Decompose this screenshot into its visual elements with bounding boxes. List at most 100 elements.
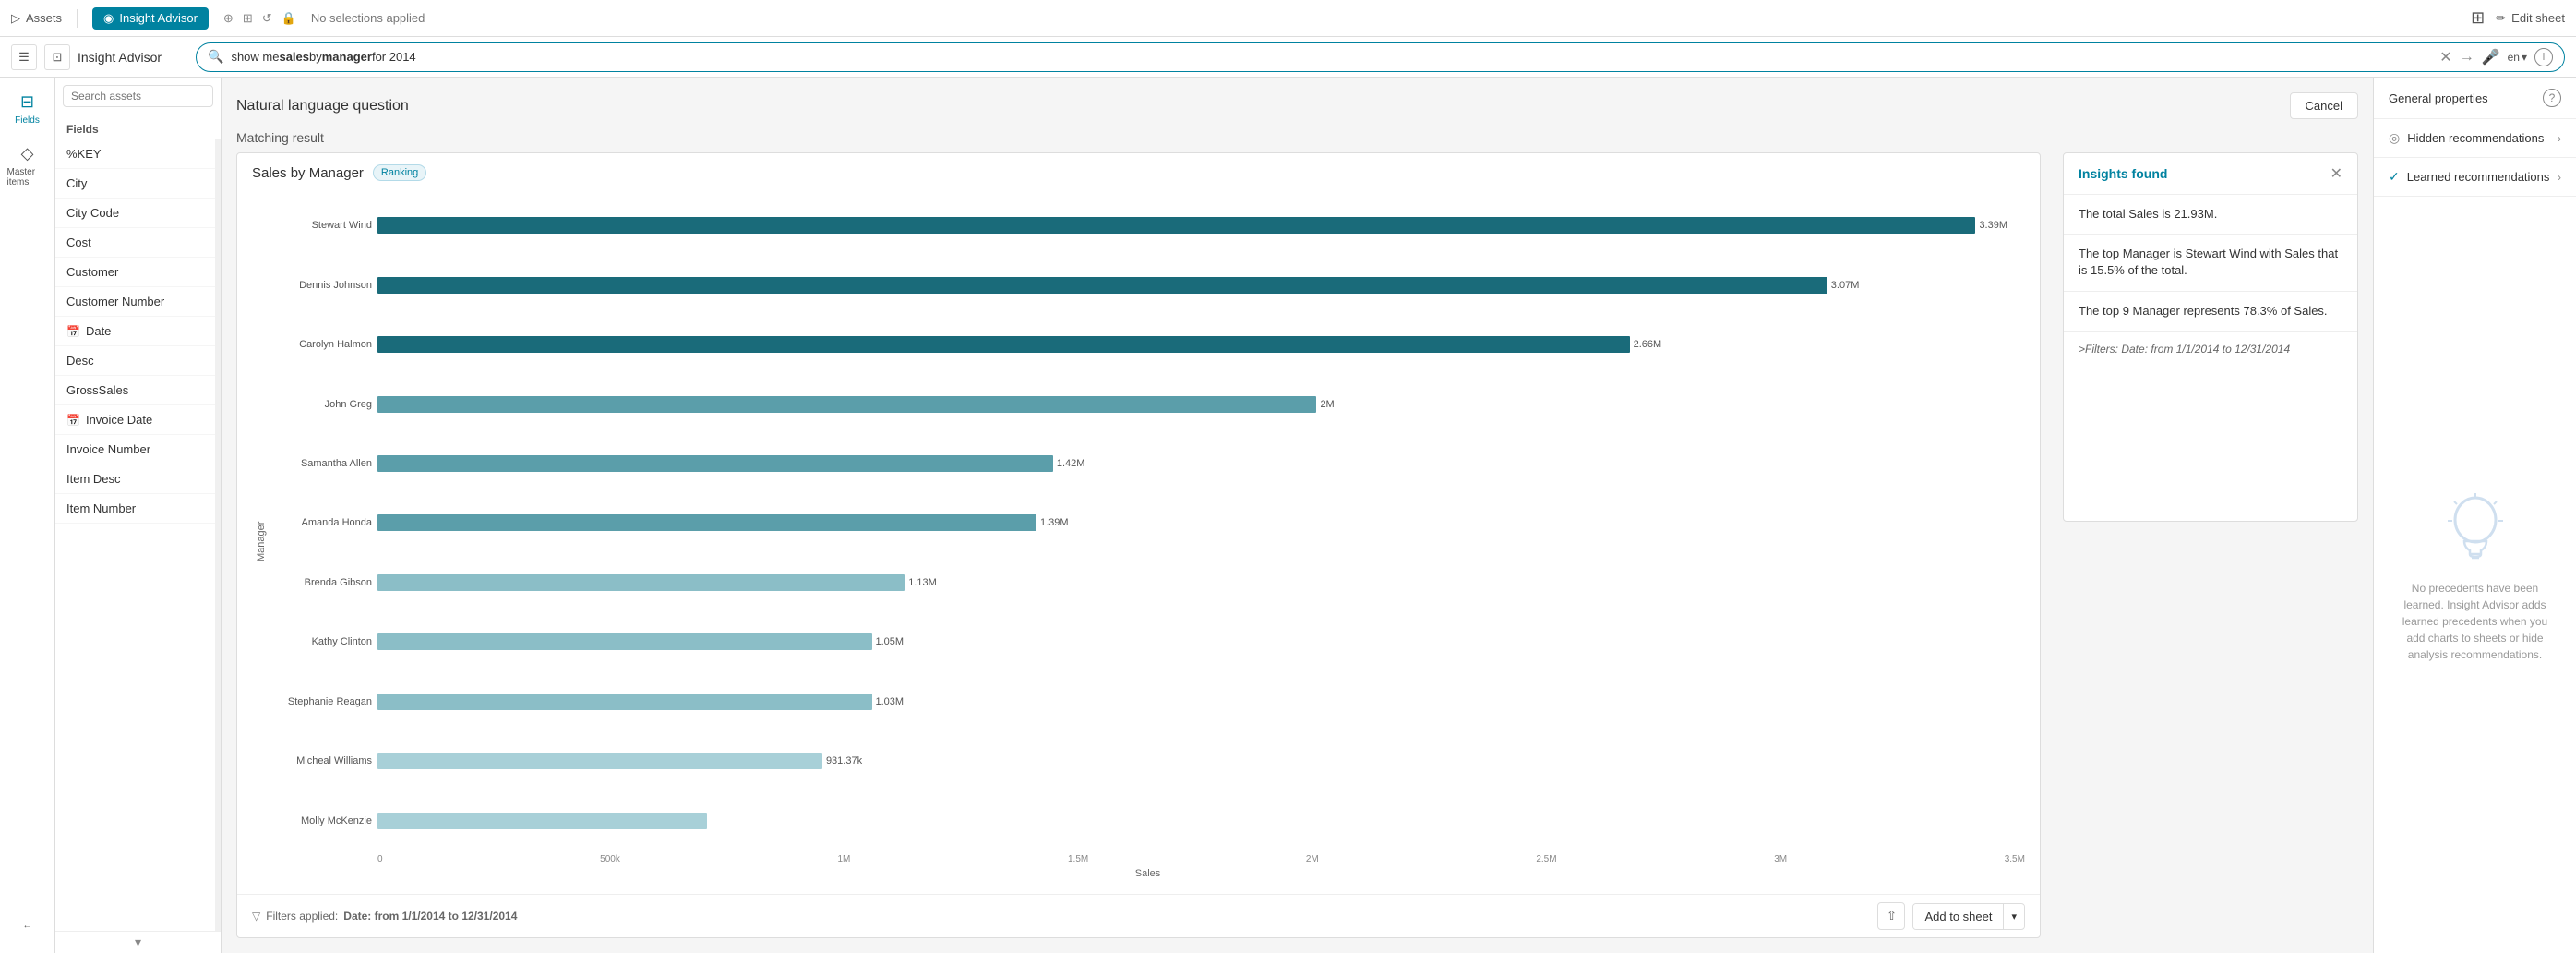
info-button[interactable]: i	[2534, 48, 2553, 66]
sidebar-item-label-6: Date	[86, 324, 111, 338]
bar-value-9: 931.37k	[826, 755, 862, 766]
right-panel-title: General properties	[2389, 91, 2488, 105]
sidebar-item-2[interactable]: City Code	[55, 199, 215, 228]
bar-row-7: Kathy Clinton 1.05M	[270, 629, 2025, 655]
chart-card: Sales by Manager Ranking Manager Stewart…	[236, 152, 2041, 938]
bar-track-0: 3.39M	[377, 217, 2025, 234]
sidebar-item-12[interactable]: Item Number	[55, 494, 215, 524]
toggle-nav-button[interactable]: ☰	[11, 44, 37, 70]
toolbar-icons: ⊕ ⊞ ↺ 🔒	[223, 11, 296, 26]
bar-fill-2	[377, 336, 1630, 353]
bar-fill-10	[377, 813, 707, 829]
bar-value-3: 2M	[1320, 399, 1334, 410]
sidebar-item-0[interactable]: %KEY	[55, 139, 215, 169]
zoom-icon[interactable]: ⊕	[223, 11, 234, 26]
insight-advisor-title: Insight Advisor	[78, 50, 188, 65]
bar-fill-0	[377, 217, 1975, 234]
master-items-icon: ◇	[21, 144, 34, 163]
bar-row-8: Stephanie Reagan 1.03M	[270, 689, 2025, 715]
sidebar-item-5[interactable]: Customer Number	[55, 287, 215, 317]
bar-value-5: 1.39M	[1040, 517, 1069, 528]
assets-button[interactable]: ▷ Assets	[11, 11, 62, 26]
search-input[interactable]: show me sales by manager for 2014	[231, 50, 2432, 64]
sidebar-item-6[interactable]: 📅Date	[55, 317, 215, 346]
sidebar-item-7[interactable]: Desc	[55, 346, 215, 376]
add-to-sheet-arrow-icon[interactable]: ▾	[2004, 905, 2024, 928]
sidebar-item-label-7: Desc	[66, 354, 94, 368]
bar-value-0: 3.39M	[1979, 220, 2007, 231]
left-panel-master-items[interactable]: ◇ Master items	[4, 137, 52, 195]
sidebar-expand-icon[interactable]: ▾	[135, 935, 141, 950]
sidebar-item-4[interactable]: Customer	[55, 258, 215, 287]
lang-label: en	[2508, 51, 2520, 64]
share-icon: ⇧	[1887, 909, 1897, 923]
x-axis-tick-7: 3.5M	[2005, 854, 2025, 864]
bar-value-4: 1.42M	[1057, 458, 1085, 469]
bar-track-6: 1.13M	[377, 574, 2025, 591]
add-to-sheet-button[interactable]: Add to sheet ▾	[1912, 903, 2025, 930]
clear-search-icon[interactable]: ✕	[2439, 48, 2451, 66]
add-to-sheet-label[interactable]: Add to sheet	[1913, 904, 2004, 929]
bar-chart: Manager Stewart Wind3.39MDennis Johnson3…	[252, 196, 2025, 887]
arrow-icon[interactable]: →	[2460, 49, 2474, 66]
bar-value-8: 1.03M	[876, 696, 905, 707]
mic-icon[interactable]: 🎤	[2482, 48, 2500, 66]
toggle-view-button[interactable]: ⊡	[44, 44, 70, 70]
insight-advisor-icon: ◉	[103, 11, 114, 26]
left-panel-bottom: ←	[4, 913, 52, 953]
sidebar-search-area	[55, 78, 221, 115]
bars-wrapper: Stewart Wind3.39MDennis Johnson3.07MCaro…	[270, 196, 2025, 887]
grid-icon[interactable]: ⊞	[2471, 8, 2485, 28]
insights-close-button[interactable]: ✕	[2330, 164, 2342, 183]
sidebar-item-3[interactable]: Cost	[55, 228, 215, 258]
filter-text: Filters applied:	[266, 910, 338, 923]
sidebar-item-1[interactable]: City	[55, 169, 215, 199]
learned-rec-label: Learned recommendations	[2407, 170, 2550, 184]
collapse-panel-button[interactable]: ←	[4, 913, 52, 938]
insight-advisor-tab[interactable]: ◉ Insight Advisor	[92, 7, 209, 30]
share-button[interactable]: ⇧	[1877, 902, 1905, 930]
search-magnifier-icon: 🔍	[208, 49, 223, 65]
bar-value-1: 3.07M	[1831, 280, 1860, 291]
bar-fill-5	[377, 514, 1036, 531]
sidebar-scrollbar[interactable]	[215, 139, 221, 931]
filter-date: Date: from 1/1/2014 to 12/31/2014	[343, 910, 517, 923]
sidebar-item-label-0: %KEY	[66, 147, 102, 161]
edit-sheet-button[interactable]: ✏ Edit sheet	[2496, 11, 2565, 26]
top-bar-right: ⊞ ✏ Edit sheet	[2471, 8, 2565, 28]
bar-label-7: Kathy Clinton	[270, 636, 372, 647]
bar-track-4: 1.42M	[377, 455, 2025, 472]
sidebar-item-10[interactable]: Invoice Number	[55, 435, 215, 464]
right-panel-content: No precedents have been learned. Insight…	[2374, 197, 2576, 953]
cancel-button[interactable]: Cancel	[2290, 92, 2358, 119]
sidebar-item-9[interactable]: 📅Invoice Date	[55, 405, 215, 435]
sidebar-item-label-2: City Code	[66, 206, 119, 220]
insights-title: Insights found	[2079, 166, 2167, 181]
sidebar-item-label-4: Customer	[66, 265, 118, 279]
x-axis-tick-5: 2.5M	[1536, 854, 1556, 864]
learned-recommendations-item[interactable]: ✓ Learned recommendations ›	[2374, 158, 2576, 197]
sidebar-item-8[interactable]: GrossSales	[55, 376, 215, 405]
lock-icon[interactable]: 🔒	[282, 11, 296, 26]
bar-label-4: Samantha Allen	[270, 458, 372, 469]
select-icon[interactable]: ⊞	[243, 11, 253, 26]
bar-label-3: John Greg	[270, 399, 372, 410]
y-axis-label: Manager	[252, 196, 270, 887]
right-panel-info-button[interactable]: ?	[2543, 89, 2561, 107]
bar-row-5: Amanda Honda1.39M	[270, 510, 2025, 536]
bulb-icon	[2438, 488, 2512, 580]
bar-fill-7	[377, 633, 872, 650]
bar-track-7: 1.05M	[377, 633, 2025, 650]
search-assets-input[interactable]	[63, 85, 213, 107]
sidebar-item-label-10: Invoice Number	[66, 442, 150, 456]
sidebar-item-11[interactable]: Item Desc	[55, 464, 215, 494]
bar-track-5: 1.39M	[377, 514, 2025, 531]
refresh-icon[interactable]: ↺	[262, 11, 272, 26]
left-panel-fields[interactable]: ⊟ Fields	[4, 85, 52, 133]
bar-label-8: Stephanie Reagan	[270, 696, 372, 707]
search-query-by: by	[309, 50, 322, 64]
learned-rec-left: ✓ Learned recommendations	[2389, 169, 2549, 185]
hidden-recommendations-item[interactable]: ◎ Hidden recommendations ›	[2374, 119, 2576, 158]
language-selector[interactable]: en ▾	[2508, 51, 2527, 64]
sidebar-item-icon-9: 📅	[66, 414, 80, 427]
